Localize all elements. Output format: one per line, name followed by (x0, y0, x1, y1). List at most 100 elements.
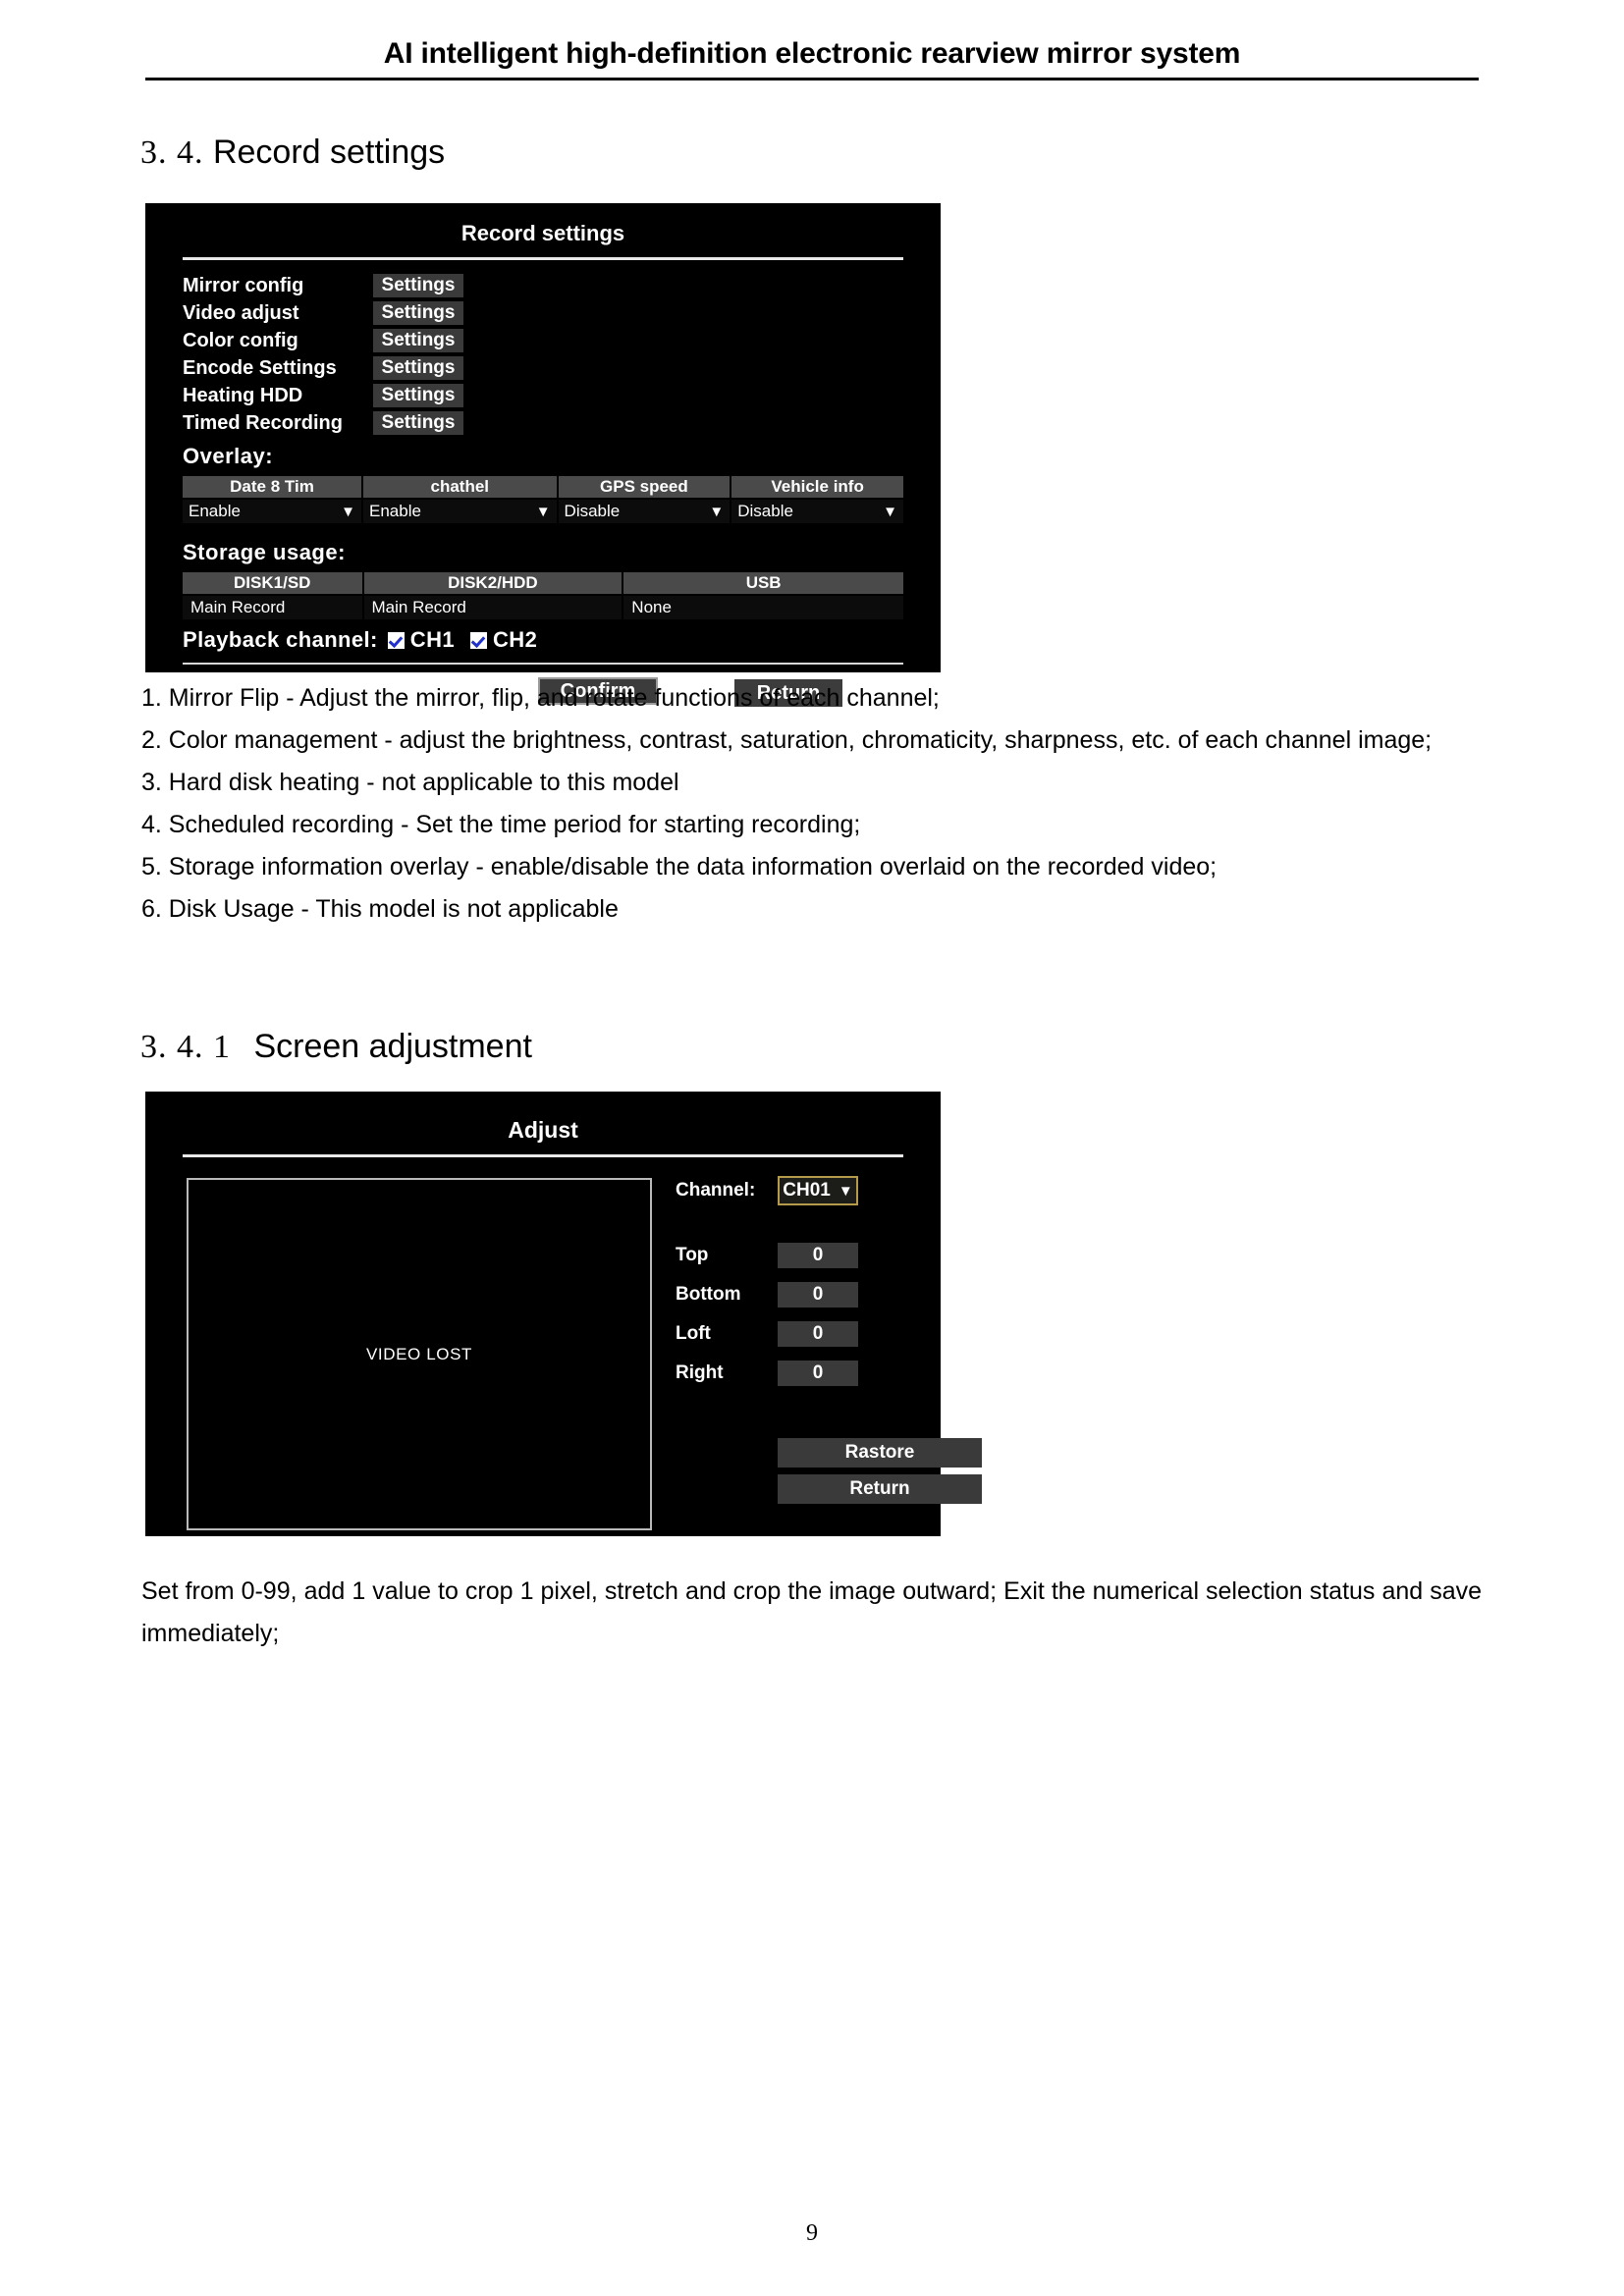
overlay-select-gps-speed[interactable]: Disable ▼ (557, 498, 732, 523)
control-row-loft: Loft 0 (676, 1321, 911, 1361)
document-header: AI intelligent high-definition electroni… (145, 37, 1479, 80)
storage-header-disk2: DISK2/HDD (362, 572, 624, 595)
chevron-down-icon: ▼ (838, 1182, 853, 1200)
table-header-row: Date 8 Tim chathel GPS speed Vehicle inf… (183, 476, 903, 499)
encode-settings-settings-button[interactable]: Settings (373, 356, 463, 380)
storage-usage-section-label: Storage usage: (183, 540, 346, 564)
storage-value-usb[interactable]: None (623, 594, 903, 619)
timed-recording-settings-button[interactable]: Settings (373, 411, 463, 435)
menu-row-timed-recording: Timed Recording Settings (183, 409, 903, 437)
control-row-channel: Channel: CH01 ▼ (676, 1176, 911, 1217)
section-title: Record settings (212, 133, 446, 171)
overlay-value: Disable (737, 502, 793, 520)
return-button[interactable]: Return (778, 1474, 982, 1504)
osd-panel-title: Adjust (508, 1117, 578, 1143)
control-row-bottom: Bottom 0 (676, 1282, 911, 1321)
overlay-select-date-time[interactable]: Enable ▼ (183, 498, 363, 523)
header-divider (145, 77, 1479, 80)
note-item-6: 6. Disk Usage - This model is not applic… (141, 895, 619, 923)
overlay-select-channel[interactable]: Enable ▼ (362, 498, 559, 523)
menu-label: Encode Settings (183, 357, 337, 379)
note-item-5: 5. Storage information overlay - enable/… (141, 853, 1218, 881)
mirror-config-settings-button[interactable]: Settings (373, 274, 463, 297)
heating-hdd-settings-button[interactable]: Settings (373, 384, 463, 407)
menu-row-mirror-config: Mirror config Settings (183, 272, 903, 299)
note-item-4: 4. Scheduled recording - Set the time pe… (141, 811, 861, 838)
menu-row-video-adjust: Video adjust Settings (183, 299, 903, 327)
overlay-header-vehicle-info: Vehicle info (731, 476, 903, 499)
table-value-row: Main Record Main Record None (183, 594, 903, 619)
record-settings-notes: 1. Mirror Flip - Adjust the mirror, flip… (141, 677, 1482, 931)
overlay-section-label: Overlay: (183, 444, 274, 468)
storage-header-usb: USB (623, 572, 903, 595)
section-heading-record-settings: 3. 4. Record settings (140, 133, 446, 171)
video-adjust-settings-button[interactable]: Settings (373, 301, 463, 325)
note-item-2: 2. Color management - adjust the brightn… (141, 726, 1433, 754)
checkbox-ch2[interactable] (470, 631, 487, 649)
menu-row-encode-settings: Encode Settings Settings (183, 354, 903, 382)
chevron-down-icon: ▼ (709, 503, 725, 520)
osd-title-divider (183, 257, 903, 260)
menu-label: Mirror config (183, 275, 304, 296)
overlay-value: Enable (189, 502, 241, 520)
overlay-value: Disable (564, 502, 621, 520)
restore-button[interactable]: Rastore (778, 1438, 982, 1468)
right-value-field[interactable]: 0 (778, 1361, 858, 1386)
right-label: Right (676, 1362, 724, 1383)
document-header-title: AI intelligent high-definition electroni… (383, 37, 1241, 70)
channel-select[interactable]: CH01 ▼ (778, 1176, 858, 1205)
adjust-controls-column: Channel: CH01 ▼ Top 0 Bottom 0 Loft 0 Ri… (676, 1176, 982, 1504)
playback-channel-row: Playback channel: CH1 CH2 (183, 627, 549, 653)
chevron-down-icon: ▼ (883, 503, 897, 520)
overlay-select-vehicle-info[interactable]: Disable ▼ (731, 498, 903, 523)
loft-value-field[interactable]: 0 (778, 1321, 858, 1347)
table-header-row: DISK1/SD DISK2/HDD USB (183, 572, 903, 595)
video-preview-area: VIDEO LOST (187, 1178, 652, 1530)
section-number: 3. 4. (140, 134, 204, 171)
loft-label: Loft (676, 1323, 711, 1344)
record-settings-osd-panel: Record settings Mirror config Settings V… (145, 203, 941, 707)
section-heading-screen-adjustment: 3. 4. 1 Screen adjustment (140, 1028, 532, 1065)
section-title: Screen adjustment (253, 1028, 532, 1065)
screen-adjust-osd-panel: Adjust VIDEO LOST Channel: CH01 ▼ Top 0 … (145, 1092, 982, 1536)
video-lost-status: VIDEO LOST (365, 1344, 473, 1363)
note-item-1: 1. Mirror Flip - Adjust the mirror, flip… (141, 684, 940, 712)
overlay-header-gps-speed: GPS speed (557, 476, 732, 499)
overlay-header-date-time: Date 8 Tim (183, 476, 363, 499)
checkbox-ch2-label: CH2 (493, 627, 538, 652)
osd-panel-title: Record settings (460, 221, 625, 245)
overlay-value: Enable (369, 502, 421, 520)
channel-select-value: CH01 (783, 1180, 831, 1201)
storage-header-disk1: DISK1/SD (183, 572, 364, 595)
checkbox-ch1-label: CH1 (409, 627, 455, 652)
top-value-field[interactable]: 0 (778, 1243, 858, 1268)
screen-adjustment-note: Set from 0-99, add 1 value to crop 1 pix… (141, 1577, 1482, 1647)
page-number: 9 (806, 2220, 818, 2246)
bottom-value-field[interactable]: 0 (778, 1282, 858, 1308)
table-value-row: Enable ▼ Enable ▼ Disable ▼ Disable ▼ (183, 498, 903, 523)
control-row-right: Right 0 (676, 1361, 911, 1400)
storage-value-disk1[interactable]: Main Record (183, 594, 364, 619)
menu-label: Timed Recording (183, 412, 343, 434)
checkbox-ch1[interactable] (387, 631, 405, 649)
osd-bottom-divider (183, 663, 903, 665)
section-number: 3. 4. 1 (140, 1029, 231, 1065)
channel-label: Channel: (676, 1180, 756, 1201)
chevron-down-icon: ▼ (341, 503, 355, 520)
menu-label: Color config (183, 330, 298, 351)
overlay-header-channel: chathel (362, 476, 559, 499)
top-label: Top (676, 1245, 709, 1265)
document-page: AI intelligent high-definition electroni… (0, 0, 1624, 2296)
storage-usage-table: DISK1/SD DISK2/HDD USB Main Record Main … (183, 572, 903, 619)
control-row-top: Top 0 (676, 1243, 911, 1282)
color-config-settings-button[interactable]: Settings (373, 329, 463, 352)
controls-spacer (676, 1217, 911, 1243)
menu-label: Video adjust (183, 302, 299, 324)
note-item-3: 3. Hard disk heating - not applicable to… (141, 769, 679, 796)
overlay-table: Date 8 Tim chathel GPS speed Vehicle inf… (183, 476, 903, 523)
menu-row-heating-hdd: Heating HDD Settings (183, 382, 903, 409)
settings-menu-list: Mirror config Settings Video adjust Sett… (183, 272, 903, 437)
bottom-label: Bottom (676, 1284, 741, 1305)
menu-row-color-config: Color config Settings (183, 327, 903, 354)
storage-value-disk2[interactable]: Main Record (362, 594, 624, 619)
